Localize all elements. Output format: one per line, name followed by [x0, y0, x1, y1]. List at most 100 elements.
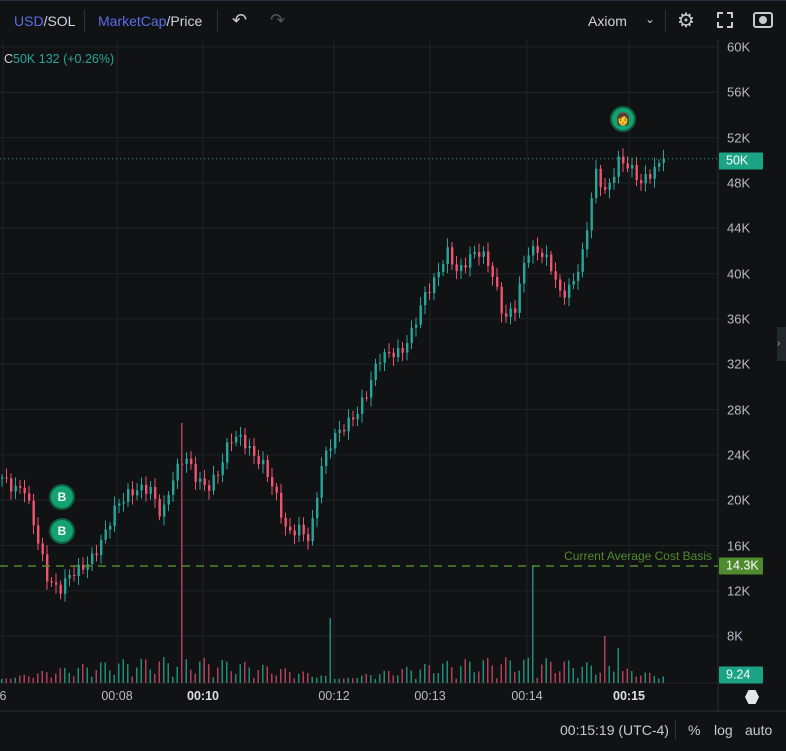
candle — [329, 448, 332, 451]
candle — [149, 486, 152, 494]
currency-toggle[interactable]: USD/SOL — [14, 13, 75, 29]
volume-bar — [190, 669, 192, 683]
candle — [91, 553, 94, 564]
candle — [172, 480, 175, 495]
price-label: 16K — [727, 538, 751, 554]
buy-marker[interactable]: B — [49, 518, 75, 544]
theme-select[interactable]: Axiom — [588, 13, 627, 29]
fullscreen-icon[interactable] — [717, 12, 733, 28]
candle — [28, 493, 31, 501]
volume-bar — [329, 618, 331, 683]
volume-bar — [406, 666, 408, 683]
redo-icon[interactable]: ↷ — [270, 10, 285, 31]
candle — [194, 464, 197, 482]
volume-bar — [658, 678, 660, 683]
volume-bar — [523, 659, 525, 683]
volume-bar — [653, 675, 655, 683]
volume-bar — [563, 661, 565, 683]
avatar-marker-icon[interactable]: 👩 — [610, 106, 636, 132]
volume-bar — [473, 672, 475, 683]
candle — [271, 477, 274, 487]
volume-bar — [455, 678, 457, 683]
volume-bar — [527, 657, 529, 683]
chevron-down-icon[interactable]: ⌄ — [645, 12, 655, 26]
volume-bar — [194, 673, 196, 683]
volume-bar — [496, 678, 498, 683]
volume-bar — [545, 658, 547, 683]
volume-bar — [649, 672, 651, 683]
volume-bar — [55, 673, 57, 683]
volume-bar — [419, 669, 421, 683]
price-label: 44K — [727, 220, 751, 236]
candle — [491, 265, 494, 277]
volume-bar — [374, 678, 376, 683]
volume-bar — [221, 660, 223, 683]
volume-bar — [541, 664, 543, 683]
candle — [221, 462, 224, 476]
volume-bar — [460, 666, 462, 683]
candle — [343, 429, 346, 432]
clock: 00:15:19 (UTC-4) — [560, 722, 669, 738]
gear-icon[interactable]: ⚙ — [677, 8, 695, 33]
candle — [415, 324, 418, 328]
candle — [320, 466, 323, 498]
cost-basis-badge: 14.3K — [719, 557, 763, 575]
volume-bar — [293, 678, 295, 683]
volume-bar — [388, 670, 390, 683]
volume-bar — [95, 670, 97, 683]
percent-toggle[interactable]: % — [688, 722, 700, 738]
volume-bar — [379, 674, 381, 683]
candle — [460, 265, 463, 272]
candle — [541, 252, 544, 258]
candle — [500, 286, 503, 314]
volume-bar — [392, 675, 394, 683]
volume-bar — [352, 678, 354, 683]
volume-bar — [5, 678, 7, 683]
candle — [154, 486, 157, 499]
volume-bar — [302, 671, 304, 683]
volume-bar — [217, 667, 219, 683]
volume-bar — [550, 661, 552, 683]
undo-icon[interactable]: ↶ — [232, 10, 247, 31]
candle — [392, 352, 395, 358]
mode-toggle[interactable]: MarketCap/Price — [98, 13, 202, 29]
volume-bar — [442, 663, 444, 683]
volume-bar — [104, 662, 106, 683]
log-toggle[interactable]: log — [714, 722, 733, 738]
volume-bar — [343, 678, 345, 683]
volume-bar — [154, 673, 156, 683]
volume-bar — [491, 665, 493, 683]
candle — [302, 524, 305, 535]
volume-bar — [383, 670, 385, 683]
candle — [176, 463, 179, 481]
candle — [68, 574, 71, 579]
divider — [665, 10, 666, 32]
price-chart[interactable] — [0, 0, 786, 751]
volume-bar — [662, 676, 664, 683]
volume-bar — [644, 672, 646, 683]
candle — [158, 498, 161, 517]
divider — [217, 10, 218, 32]
candle — [185, 458, 188, 464]
candle — [514, 308, 517, 313]
price-label: 48K — [727, 175, 751, 191]
camera-icon[interactable] — [753, 12, 773, 28]
buy-marker[interactable]: B — [49, 484, 75, 510]
candle — [235, 436, 238, 443]
candle — [50, 581, 53, 583]
collapse-panel-icon[interactable]: › — [777, 327, 786, 361]
candle — [14, 485, 17, 492]
candle — [626, 163, 629, 169]
candle — [253, 446, 256, 456]
volume-bar — [28, 676, 30, 683]
volume-bar — [82, 664, 84, 683]
time-label: 00:12 — [318, 689, 350, 703]
candle — [662, 158, 665, 164]
price-label: 28K — [727, 402, 751, 418]
volume-bar — [73, 676, 75, 683]
candle — [397, 347, 400, 358]
volume-bar — [325, 675, 327, 683]
candle — [266, 459, 269, 478]
auto-toggle[interactable]: auto — [745, 722, 772, 738]
volume-bar — [203, 658, 205, 683]
